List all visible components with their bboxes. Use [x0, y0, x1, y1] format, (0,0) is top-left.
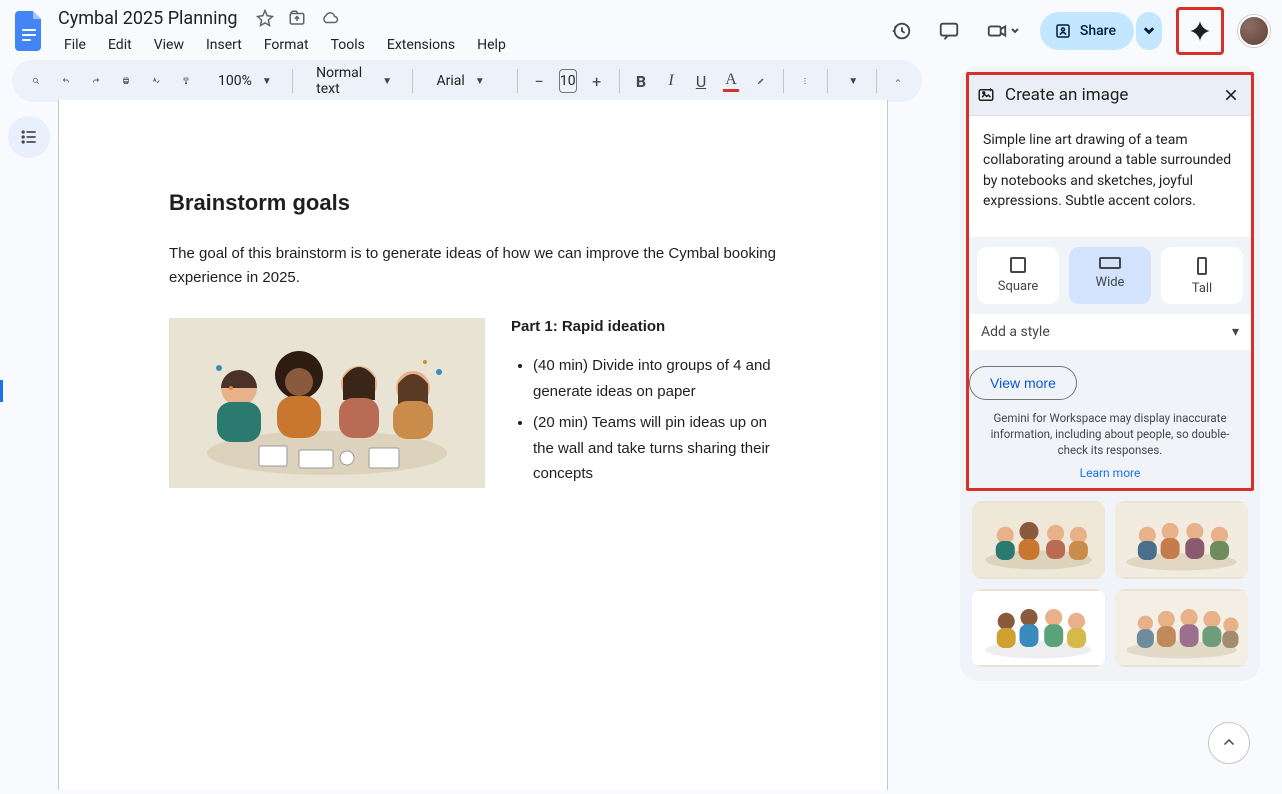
cloud-status-icon[interactable] — [320, 9, 340, 27]
ruler-indicator — [0, 380, 3, 402]
share-button[interactable]: Share — [1040, 12, 1134, 50]
gemini-side-panel: Create an image Simple line art drawing … — [960, 66, 1260, 681]
star-icon[interactable] — [256, 9, 274, 27]
undo-icon[interactable] — [56, 67, 76, 95]
search-menus-icon[interactable] — [26, 67, 46, 95]
list-item[interactable]: (20 min) Teams will pin ideas up on the … — [533, 410, 777, 487]
page[interactable]: Brainstorm goals The goal of this brains… — [58, 100, 888, 790]
gemini-button[interactable] — [1176, 7, 1224, 55]
doc-intro[interactable]: The goal of this brainstorm is to genera… — [169, 242, 777, 290]
history-icon[interactable] — [884, 14, 918, 48]
generated-image-4[interactable] — [1115, 589, 1248, 667]
redo-icon[interactable] — [86, 67, 106, 95]
generated-image-2[interactable] — [1115, 501, 1248, 579]
meet-icon[interactable] — [980, 14, 1026, 48]
menu-file[interactable]: File — [54, 33, 96, 57]
menu-edit[interactable]: Edit — [98, 33, 142, 57]
menu-tools[interactable]: Tools — [321, 33, 375, 57]
zoom-selector[interactable]: 100%▼ — [206, 71, 280, 91]
panel-title: Create an image — [1005, 85, 1213, 105]
menu-extensions[interactable]: Extensions — [377, 33, 465, 57]
bold-icon[interactable]: B — [631, 67, 651, 95]
aspect-tall[interactable]: Tall — [1161, 247, 1243, 304]
share-label: Share — [1080, 23, 1116, 39]
more-icon[interactable] — [795, 67, 815, 95]
document-title[interactable]: Cymbal 2025 Planning — [54, 6, 242, 31]
docs-logo[interactable] — [10, 11, 50, 51]
paint-format-icon[interactable] — [176, 67, 196, 95]
paragraph-style-selector[interactable]: Normal text▼ — [304, 63, 400, 99]
document-canvas: Brainstorm goals The goal of this brains… — [58, 100, 938, 790]
add-style-dropdown[interactable]: Add a style ▾ — [969, 314, 1251, 350]
generated-image-3[interactable] — [972, 589, 1105, 667]
section-subtitle[interactable]: Part 1: Rapid ideation — [511, 318, 777, 335]
inserted-image[interactable] — [169, 318, 485, 488]
fontsize-decrease[interactable]: − — [529, 67, 549, 95]
print-icon[interactable] — [116, 67, 136, 95]
aspect-square[interactable]: Square — [977, 247, 1059, 304]
comments-icon[interactable] — [932, 14, 966, 48]
view-more-button[interactable]: View more — [969, 366, 1077, 400]
menu-view[interactable]: View — [144, 33, 194, 57]
share-dropdown[interactable] — [1136, 12, 1162, 50]
outline-toggle-icon[interactable] — [8, 116, 50, 158]
list-item[interactable]: (40 min) Divide into groups of 4 and gen… — [533, 353, 777, 404]
aspect-wide[interactable]: Wide — [1069, 247, 1151, 304]
fontsize-input[interactable]: 10 — [559, 69, 577, 93]
fontsize-increase[interactable]: + — [587, 67, 607, 95]
disclaimer-text: Gemini for Workspace may display inaccur… — [969, 410, 1251, 458]
panel-scroll-up-icon[interactable] — [1208, 722, 1250, 764]
close-icon[interactable] — [1223, 87, 1239, 103]
prompt-textarea[interactable]: Simple line art drawing of a team collab… — [969, 116, 1251, 237]
menu-help[interactable]: Help — [467, 33, 516, 57]
edit-mode-icon[interactable]: ▼ — [840, 67, 864, 95]
generated-image-1[interactable] — [972, 501, 1105, 579]
text-color-icon[interactable]: A — [721, 67, 741, 95]
underline-icon[interactable]: U — [691, 67, 711, 95]
italic-icon[interactable]: I — [661, 67, 681, 95]
create-image-icon — [977, 86, 995, 104]
chevron-down-icon: ▾ — [1232, 324, 1239, 340]
account-avatar[interactable] — [1238, 15, 1270, 47]
collapse-toolbar-icon[interactable] — [888, 67, 908, 95]
menu-insert[interactable]: Insert — [196, 33, 252, 57]
font-selector[interactable]: Arial▼ — [425, 71, 505, 91]
spellcheck-icon[interactable] — [146, 67, 166, 95]
learn-more-link[interactable]: Learn more — [969, 466, 1251, 480]
highlight-icon[interactable] — [751, 67, 771, 95]
move-to-drive-icon[interactable] — [288, 9, 306, 27]
toolbar: 100%▼ Normal text▼ Arial▼ − 10 + B I U A… — [12, 60, 922, 102]
doc-heading[interactable]: Brainstorm goals — [169, 190, 777, 216]
menu-format[interactable]: Format — [254, 33, 319, 57]
